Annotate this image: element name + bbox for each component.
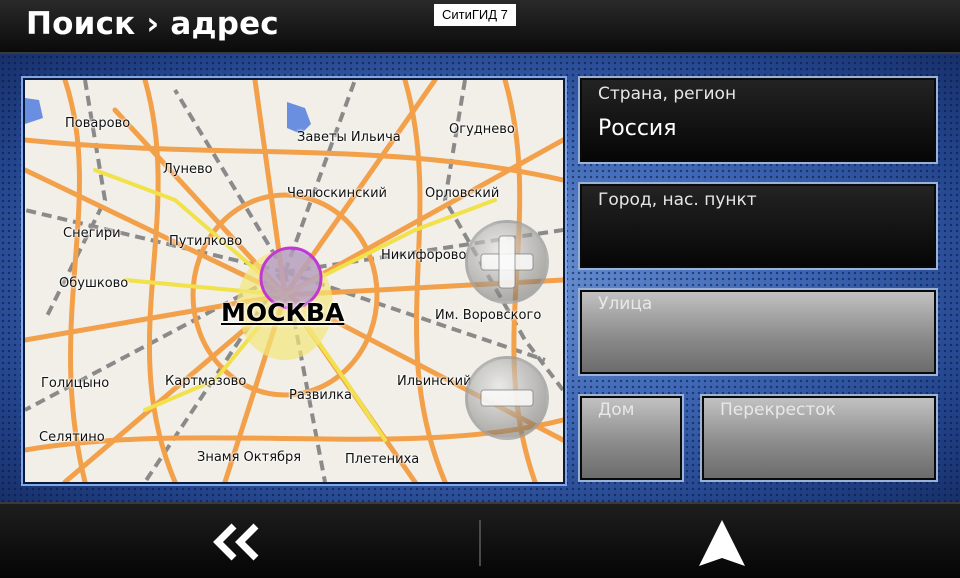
field-label: Дом xyxy=(598,400,635,420)
app-name-badge: СитиГИД 7 xyxy=(434,4,516,26)
main-panel: Поварово Заветы Ильича Огуднево Лунево Ч… xyxy=(0,54,960,502)
crossing-field[interactable]: Перекресток xyxy=(700,394,938,482)
zoom-in-button[interactable] xyxy=(465,220,549,304)
lake-shape xyxy=(25,98,43,124)
back-button[interactable] xyxy=(190,512,290,570)
page-title: Поиск › адрес xyxy=(26,6,279,42)
place-label: Голицыно xyxy=(41,376,110,391)
field-label: Страна, регион xyxy=(598,84,737,104)
place-label: Обушково xyxy=(59,276,129,291)
zoom-out-button[interactable] xyxy=(465,356,549,440)
house-field[interactable]: Дом xyxy=(578,394,684,482)
place-label: Челюскинский xyxy=(287,186,388,201)
place-label: Поварово xyxy=(65,116,131,131)
place-label: Заветы Ильича xyxy=(297,130,401,145)
toolbar-divider xyxy=(479,520,481,566)
field-label: Перекресток xyxy=(720,400,836,420)
place-label: Ильинский xyxy=(397,374,472,389)
place-label: Орловский xyxy=(425,186,500,201)
city-label: МОСКВА xyxy=(221,298,345,327)
title-bar: Поиск › адрес СитиГИД 7 xyxy=(0,0,960,54)
place-label: Никифорово xyxy=(381,248,467,263)
double-chevron-left-icon xyxy=(213,523,259,561)
field-label: Город, нас. пункт xyxy=(598,190,757,210)
place-label: Картмазово xyxy=(165,374,247,389)
field-value: Россия xyxy=(598,116,677,141)
bottom-toolbar xyxy=(0,502,960,578)
country-region-field[interactable]: Страна, регион Россия xyxy=(578,76,938,164)
minus-icon xyxy=(480,389,534,407)
street-field[interactable]: Улица xyxy=(578,288,938,376)
navigate-button[interactable] xyxy=(672,512,772,570)
city-field[interactable]: Город, нас. пункт xyxy=(578,182,938,270)
place-label: Знамя Октября xyxy=(197,450,302,465)
place-label: Огуднево xyxy=(449,122,515,137)
field-label: Улица xyxy=(598,294,653,314)
place-label: Развилка xyxy=(289,388,352,403)
plus-icon xyxy=(480,235,534,289)
place-label: Лунево xyxy=(163,162,213,177)
place-label: Селятино xyxy=(39,430,105,445)
place-label: Путилково xyxy=(169,234,243,249)
place-label: Снегири xyxy=(63,226,121,241)
place-label: Плетениха xyxy=(345,452,420,467)
map-view[interactable]: Поварово Заветы Ильича Огуднево Лунево Ч… xyxy=(23,78,565,484)
place-label: Им. Воровского xyxy=(435,308,542,323)
navigation-arrow-icon xyxy=(699,520,745,566)
